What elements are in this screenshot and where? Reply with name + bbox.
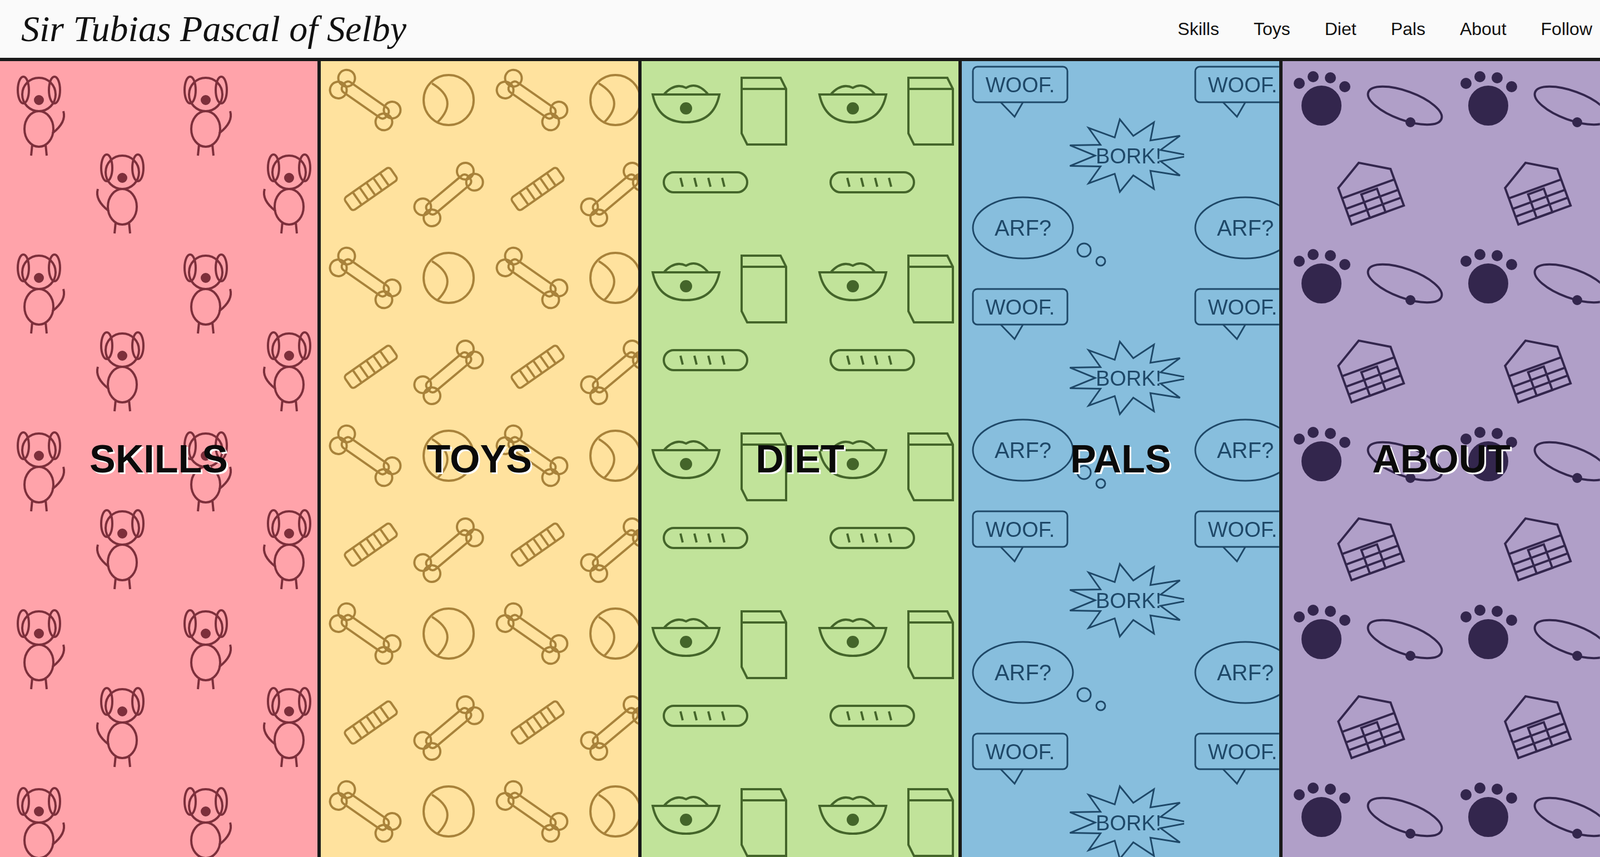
nav-link[interactable]: Diet (1324, 15, 1357, 43)
nav-link[interactable]: Pals (1390, 15, 1426, 43)
main-nav: Skills Toys Diet Pals About Follow (1177, 15, 1593, 43)
section-panel[interactable]: TOYS (320, 61, 642, 857)
panel-label[interactable]: DIET (755, 439, 844, 479)
panel-label[interactable]: SKILLS (89, 439, 228, 479)
site-header: Sir Tubias Pascal of Selby Skills Toys Diet… (0, 0, 1600, 62)
nav-link[interactable]: About (1459, 15, 1507, 43)
section-panel[interactable]: WOOF.BORK!ARF?PALS (961, 61, 1283, 857)
section-panels: SKILLS TOYS DIET WOOF.BORK!ARF?PALS ABOUT (0, 61, 1600, 857)
site-title[interactable]: Sir Tubias Pascal of Selby (21, 10, 407, 48)
nav-link[interactable]: Follow (1541, 15, 1593, 43)
page: Sir Tubias Pascal of Selby Skills Toys Diet… (0, 0, 1600, 857)
section-panel[interactable]: DIET (641, 61, 963, 857)
panel-label[interactable]: TOYS (426, 439, 533, 479)
nav-link[interactable]: Skills (1177, 15, 1220, 43)
section-panel[interactable]: ABOUT (1282, 61, 1600, 857)
panel-label[interactable]: PALS (1070, 439, 1172, 479)
nav-link[interactable]: Toys (1253, 15, 1291, 43)
panel-label[interactable]: ABOUT (1372, 439, 1511, 479)
section-panel[interactable]: SKILLS (0, 61, 321, 857)
